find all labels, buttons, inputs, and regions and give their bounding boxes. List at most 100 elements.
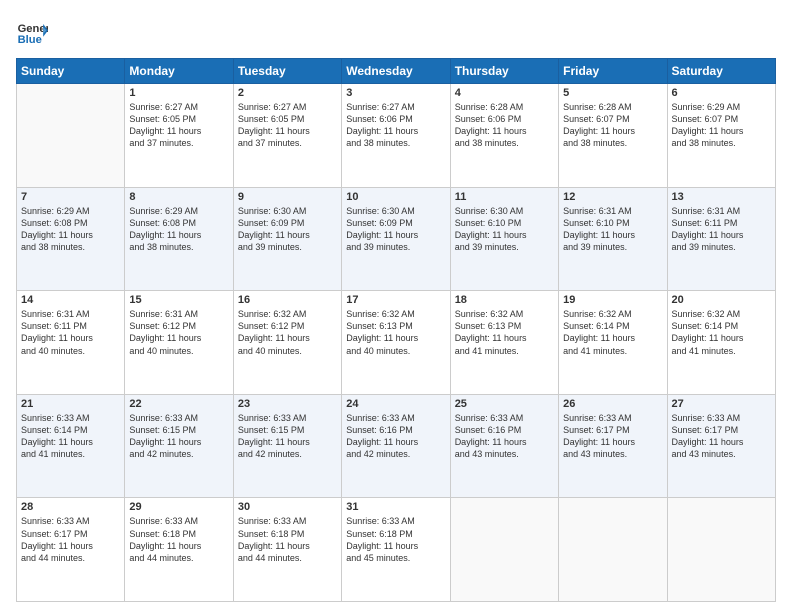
day-info: Sunrise: 6:33 AM Sunset: 6:18 PM Dayligh…: [238, 515, 337, 564]
day-info: Sunrise: 6:33 AM Sunset: 6:18 PM Dayligh…: [346, 515, 445, 564]
day-number: 16: [238, 294, 337, 306]
col-header-monday: Monday: [125, 59, 233, 84]
col-header-friday: Friday: [559, 59, 667, 84]
day-number: 14: [21, 294, 120, 306]
day-number: 13: [672, 191, 771, 203]
day-info: Sunrise: 6:31 AM Sunset: 6:11 PM Dayligh…: [672, 205, 771, 254]
day-info: Sunrise: 6:33 AM Sunset: 6:17 PM Dayligh…: [21, 515, 120, 564]
calendar-table: SundayMondayTuesdayWednesdayThursdayFrid…: [16, 58, 776, 602]
page: General Blue SundayMondayTuesdayWednesda…: [0, 0, 792, 612]
day-number: 11: [455, 191, 554, 203]
day-number: 4: [455, 87, 554, 99]
calendar-cell: 13 Sunrise: 6:31 AM Sunset: 6:11 PM Dayli…: [667, 187, 775, 291]
day-number: 8: [129, 191, 228, 203]
day-info: Sunrise: 6:27 AM Sunset: 6:06 PM Dayligh…: [346, 101, 445, 150]
calendar-cell: 26Sunrise: 6:33 AM Sunset: 6:17 PM Dayli…: [559, 394, 667, 498]
day-number: 15: [129, 294, 228, 306]
day-info: Sunrise: 6:27 AM Sunset: 6:05 PM Dayligh…: [238, 101, 337, 150]
calendar-cell: 14Sunrise: 6:31 AM Sunset: 6:11 PM Dayli…: [17, 291, 125, 395]
calendar-cell: 21 Sunrise: 6:33 AM Sunset: 6:14 PM Dayli…: [17, 394, 125, 498]
calendar-week-row: 21 Sunrise: 6:33 AM Sunset: 6:14 PM Dayli…: [17, 394, 776, 498]
day-number: 12: [563, 191, 662, 203]
header: General Blue: [16, 16, 776, 48]
day-info: Sunrise: 6:29 AM Sunset: 6:08 PM Dayligh…: [129, 205, 228, 254]
calendar-cell: 19 Sunrise: 6:32 AM Sunset: 6:14 PM Dayli…: [559, 291, 667, 395]
day-number: 2: [238, 87, 337, 99]
calendar-cell: 28 Sunrise: 6:33 AM Sunset: 6:17 PM Dayli…: [17, 498, 125, 602]
calendar-cell: 29 Sunrise: 6:33 AM Sunset: 6:18 PM Dayli…: [125, 498, 233, 602]
calendar-cell: 23 Sunrise: 6:33 AM Sunset: 6:15 PM Dayli…: [233, 394, 341, 498]
day-info: Sunrise: 6:29 AM Sunset: 6:07 PM Dayligh…: [672, 101, 771, 150]
day-info: Sunrise: 6:32 AM Sunset: 6:13 PM Dayligh…: [346, 308, 445, 357]
col-header-wednesday: Wednesday: [342, 59, 450, 84]
day-info: Sunrise: 6:33 AM Sunset: 6:18 PM Dayligh…: [129, 515, 228, 564]
day-number: 31: [346, 501, 445, 513]
day-number: 18: [455, 294, 554, 306]
col-header-thursday: Thursday: [450, 59, 558, 84]
col-header-saturday: Saturday: [667, 59, 775, 84]
day-number: 27: [672, 398, 771, 410]
calendar-cell: [17, 84, 125, 188]
calendar-cell: 2 Sunrise: 6:27 AM Sunset: 6:05 PM Daylig…: [233, 84, 341, 188]
day-number: 10: [346, 191, 445, 203]
calendar-cell: 20Sunrise: 6:32 AM Sunset: 6:14 PM Dayli…: [667, 291, 775, 395]
day-number: 3: [346, 87, 445, 99]
calendar-cell: 11 Sunrise: 6:30 AM Sunset: 6:10 PM Dayli…: [450, 187, 558, 291]
calendar-cell: 8 Sunrise: 6:29 AM Sunset: 6:08 PM Daylig…: [125, 187, 233, 291]
calendar-cell: 22 Sunrise: 6:33 AM Sunset: 6:15 PM Dayli…: [125, 394, 233, 498]
day-info: Sunrise: 6:30 AM Sunset: 6:10 PM Dayligh…: [455, 205, 554, 254]
day-info: Sunrise: 6:32 AM Sunset: 6:14 PM Dayligh…: [563, 308, 662, 357]
day-number: 7: [21, 191, 120, 203]
day-number: 24: [346, 398, 445, 410]
day-info: Sunrise: 6:33 AM Sunset: 6:16 PM Dayligh…: [346, 412, 445, 461]
calendar-header-row: SundayMondayTuesdayWednesdayThursdayFrid…: [17, 59, 776, 84]
calendar-cell: 31 Sunrise: 6:33 AM Sunset: 6:18 PM Dayli…: [342, 498, 450, 602]
day-number: 30: [238, 501, 337, 513]
calendar-cell: [667, 498, 775, 602]
calendar-cell: 10 Sunrise: 6:30 AM Sunset: 6:09 PM Dayli…: [342, 187, 450, 291]
day-number: 29: [129, 501, 228, 513]
calendar-cell: 16 Sunrise: 6:32 AM Sunset: 6:12 PM Dayli…: [233, 291, 341, 395]
day-number: 22: [129, 398, 228, 410]
calendar-cell: [559, 498, 667, 602]
calendar-cell: 9Sunrise: 6:30 AM Sunset: 6:09 PM Daylig…: [233, 187, 341, 291]
calendar-week-row: 14Sunrise: 6:31 AM Sunset: 6:11 PM Dayli…: [17, 291, 776, 395]
day-info: Sunrise: 6:32 AM Sunset: 6:13 PM Dayligh…: [455, 308, 554, 357]
day-info: Sunrise: 6:33 AM Sunset: 6:15 PM Dayligh…: [129, 412, 228, 461]
day-number: 19: [563, 294, 662, 306]
day-info: Sunrise: 6:28 AM Sunset: 6:07 PM Dayligh…: [563, 101, 662, 150]
day-info: Sunrise: 6:29 AM Sunset: 6:08 PM Dayligh…: [21, 205, 120, 254]
day-number: 23: [238, 398, 337, 410]
day-info: Sunrise: 6:33 AM Sunset: 6:17 PM Dayligh…: [563, 412, 662, 461]
day-info: Sunrise: 6:31 AM Sunset: 6:12 PM Dayligh…: [129, 308, 228, 357]
day-info: Sunrise: 6:27 AM Sunset: 6:05 PM Dayligh…: [129, 101, 228, 150]
calendar-cell: 15 Sunrise: 6:31 AM Sunset: 6:12 PM Dayli…: [125, 291, 233, 395]
calendar-week-row: 1 Sunrise: 6:27 AM Sunset: 6:05 PM Daylig…: [17, 84, 776, 188]
calendar-cell: 18 Sunrise: 6:32 AM Sunset: 6:13 PM Dayli…: [450, 291, 558, 395]
day-info: Sunrise: 6:33 AM Sunset: 6:15 PM Dayligh…: [238, 412, 337, 461]
day-info: Sunrise: 6:30 AM Sunset: 6:09 PM Dayligh…: [346, 205, 445, 254]
calendar-cell: 30 Sunrise: 6:33 AM Sunset: 6:18 PM Dayli…: [233, 498, 341, 602]
logo: General Blue: [16, 16, 52, 48]
calendar-cell: [450, 498, 558, 602]
day-number: 21: [21, 398, 120, 410]
calendar-cell: 5 Sunrise: 6:28 AM Sunset: 6:07 PM Daylig…: [559, 84, 667, 188]
day-info: Sunrise: 6:31 AM Sunset: 6:10 PM Dayligh…: [563, 205, 662, 254]
logo-icon: General Blue: [16, 16, 48, 48]
day-info: Sunrise: 6:30 AM Sunset: 6:09 PM Dayligh…: [238, 205, 337, 254]
day-number: 28: [21, 501, 120, 513]
calendar-cell: 6Sunrise: 6:29 AM Sunset: 6:07 PM Daylig…: [667, 84, 775, 188]
day-info: Sunrise: 6:28 AM Sunset: 6:06 PM Dayligh…: [455, 101, 554, 150]
col-header-tuesday: Tuesday: [233, 59, 341, 84]
calendar-cell: 17 Sunrise: 6:32 AM Sunset: 6:13 PM Dayli…: [342, 291, 450, 395]
day-info: Sunrise: 6:32 AM Sunset: 6:14 PM Dayligh…: [672, 308, 771, 357]
calendar-cell: 12 Sunrise: 6:31 AM Sunset: 6:10 PM Dayli…: [559, 187, 667, 291]
day-number: 5: [563, 87, 662, 99]
calendar-cell: 4 Sunrise: 6:28 AM Sunset: 6:06 PM Daylig…: [450, 84, 558, 188]
day-number: 17: [346, 294, 445, 306]
calendar-week-row: 28 Sunrise: 6:33 AM Sunset: 6:17 PM Dayli…: [17, 498, 776, 602]
day-number: 1: [129, 87, 228, 99]
day-info: Sunrise: 6:32 AM Sunset: 6:12 PM Dayligh…: [238, 308, 337, 357]
day-info: Sunrise: 6:33 AM Sunset: 6:14 PM Dayligh…: [21, 412, 120, 461]
calendar-cell: 24 Sunrise: 6:33 AM Sunset: 6:16 PM Dayli…: [342, 394, 450, 498]
